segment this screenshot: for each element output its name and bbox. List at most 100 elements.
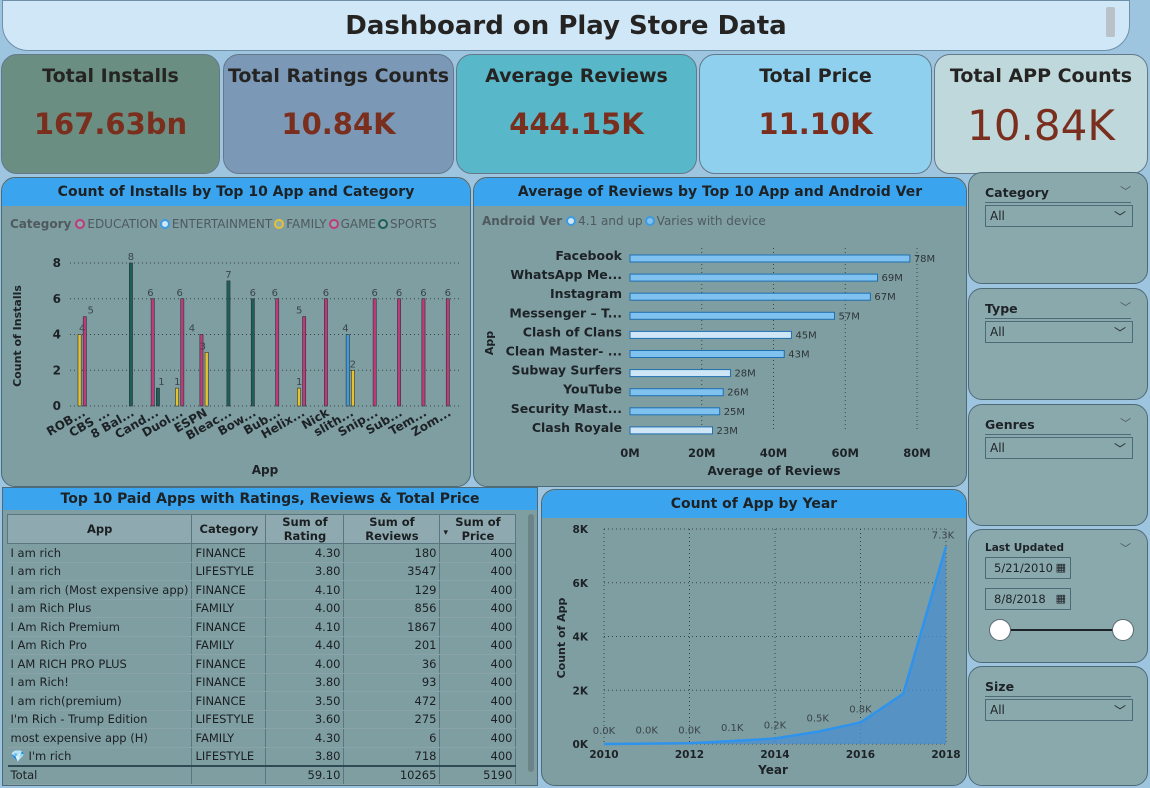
- reviews-chart-panel[interactable]: Average of Reviews by Top 10 App and And…: [473, 177, 967, 487]
- sort-desc-icon[interactable]: ▾: [443, 529, 448, 538]
- y-tick-label: Facebook: [555, 248, 622, 263]
- table-cell: FINANCE: [191, 691, 267, 711]
- year-chart-panel[interactable]: Count of App by Year 0K 2K 4K 6K 8K 2010 2012 2…: [541, 489, 967, 786]
- genres-slicer[interactable]: Genres ﹀ All ﹀: [968, 404, 1148, 526]
- data-label: 0.0K: [678, 725, 701, 736]
- data-label: 0.8K: [849, 704, 872, 715]
- y-tick-label: 4: [53, 328, 61, 342]
- genres-dropdown[interactable]: All ﹀: [985, 437, 1133, 459]
- size-slicer[interactable]: Size All ﹀: [968, 666, 1148, 786]
- y-tick-label: Messenger – T...: [509, 305, 622, 320]
- data-label: 5: [88, 306, 94, 317]
- category-slicer[interactable]: Category ﹀ All ﹀: [968, 172, 1148, 284]
- calendar-icon[interactable]: ▦: [1056, 561, 1066, 574]
- table-cell: 3.80: [265, 747, 345, 766]
- table-row[interactable]: I am Rich Plus FAMILY 4.00 856 400: [7, 599, 517, 618]
- table-row[interactable]: I Am Rich Pro FAMILY 4.40 201 400: [7, 636, 517, 655]
- data-label: 2: [350, 359, 356, 370]
- table-cell: I AM RICH PRO PLUS: [7, 654, 193, 674]
- data-label: 5: [296, 306, 302, 317]
- table-total-row[interactable]: Total 59.10 10265 5190: [7, 764, 517, 785]
- data-label: 6: [323, 288, 329, 299]
- table-cell: LIFESTYLE: [191, 747, 267, 766]
- installs-chart-panel[interactable]: Count of Installs by Top 10 App and Cate…: [1, 177, 471, 487]
- table-cell: FINANCE: [191, 654, 267, 674]
- bar-game: [180, 298, 185, 407]
- data-label: 8: [128, 252, 134, 263]
- category-dropdown[interactable]: All ﹀: [985, 205, 1133, 227]
- table-cell: FAMILY: [191, 599, 267, 618]
- column-header-reviews[interactable]: Sum of Reviews: [343, 514, 441, 544]
- x-tick-label: 0M: [620, 446, 639, 460]
- table-cell: FINANCE: [191, 673, 267, 692]
- bar-game: [397, 298, 401, 407]
- type-slicer[interactable]: Type ﹀ All ﹀: [968, 288, 1148, 400]
- paid-apps-table-panel[interactable]: Top 10 Paid Apps with Ratings, Reviews &…: [2, 487, 538, 786]
- date-range-end-handle[interactable]: [1112, 619, 1134, 641]
- table-scrollbar[interactable]: [528, 514, 534, 772]
- data-label: 0.5K: [807, 714, 830, 725]
- table-row[interactable]: I am rich(premium) FINANCE 3.50 472 400: [7, 691, 517, 711]
- table-cell: I am Rich Plus: [7, 599, 193, 618]
- bar-family: [204, 352, 209, 407]
- x-tick-label: 80M: [903, 446, 930, 460]
- table-cell: FAMILY: [191, 636, 267, 655]
- kpi-label: Average Reviews: [485, 65, 668, 87]
- chevron-down-icon: ﹀: [1113, 210, 1126, 224]
- kpi-card-total-app-counts: Total APP Counts 10.84K: [934, 54, 1148, 174]
- table-cell: I Am Rich Premium: [7, 617, 193, 637]
- y-tick-label: WhatsApp Me...: [510, 267, 622, 282]
- table-cell: 472: [343, 691, 441, 711]
- date-from-input[interactable]: 5/21/2010 ▦: [985, 557, 1071, 579]
- bar: [629, 350, 785, 358]
- column-header-category[interactable]: Category: [191, 514, 267, 544]
- bar-game: [421, 298, 426, 407]
- data-label: 0.1K: [721, 723, 744, 734]
- bar-sports: [129, 262, 133, 407]
- bar-sports: [156, 387, 160, 407]
- table-cell: FINANCE: [191, 543, 267, 563]
- dashboard-title-bar: Dashboard on Play Store Data: [2, 0, 1130, 51]
- x-axis-title: App: [252, 463, 279, 477]
- chevron-down-icon[interactable]: ﹀: [1120, 540, 1131, 556]
- chevron-down-icon[interactable]: ﹀: [1120, 299, 1131, 315]
- date-range-start-handle[interactable]: [989, 619, 1011, 641]
- table-cell: 400: [439, 580, 517, 600]
- table-cell: 10265: [343, 764, 441, 785]
- x-axis-title: Average of Reviews: [707, 464, 840, 478]
- size-dropdown[interactable]: All ﹀: [985, 699, 1133, 721]
- table-row[interactable]: most expensive app (H) FAMILY 4.30 6 400: [7, 728, 517, 748]
- bar: [629, 273, 879, 282]
- y-tick-label: 4K: [573, 632, 589, 644]
- last-updated-slicer[interactable]: Last Updated ﹀ 5/21/2010 ▦ 8/8/2018 ▦: [968, 529, 1148, 663]
- table-row[interactable]: I am Rich! FINANCE 3.80 93 400: [7, 673, 517, 692]
- data-label: 67M: [874, 292, 895, 303]
- title-scroll-handle[interactable]: [1106, 7, 1115, 37]
- table-cell: 129: [343, 580, 441, 600]
- calendar-icon[interactable]: ▦: [1056, 592, 1066, 605]
- table-row[interactable]: I am rich FINANCE 4.30 180 400: [7, 543, 517, 563]
- x-tick-label: 60M: [832, 446, 859, 460]
- y-tick-label: Instagram: [550, 286, 622, 301]
- data-label: 1: [296, 377, 302, 388]
- data-label: 78M: [914, 254, 935, 265]
- table-row[interactable]: I am rich LIFESTYLE 3.80 3547 400: [7, 562, 517, 581]
- table-cell: I am rich: [7, 543, 193, 563]
- table-cell: 4.10: [265, 617, 345, 637]
- bar: [629, 254, 911, 263]
- table-row[interactable]: I am rich (Most expensive app) FINANCE 4.1…: [7, 580, 517, 600]
- table-cell: 4.00: [265, 654, 345, 674]
- table-row[interactable]: I Am Rich Premium FINANCE 4.10 1867 400: [7, 617, 517, 637]
- column-header-app[interactable]: App: [6, 514, 193, 544]
- date-to-input[interactable]: 8/8/2018 ▦: [985, 588, 1071, 610]
- table-row[interactable]: I AM RICH PRO PLUS FINANCE 4.00 36 400: [7, 654, 517, 674]
- table-row[interactable]: 💎 I'm rich LIFESTYLE 3.80 718 400: [7, 747, 517, 766]
- chevron-down-icon[interactable]: ﹀: [1120, 183, 1131, 199]
- table-cell: I am rich(premium): [7, 691, 193, 711]
- column-header-rating[interactable]: Sum of Rating: [265, 514, 345, 544]
- column-header-price[interactable]: Sum of Price ▾: [439, 514, 517, 544]
- chevron-down-icon[interactable]: ﹀: [1120, 415, 1131, 431]
- table-row[interactable]: I'm Rich - Trump Edition LIFESTYLE 3.60 275…: [7, 710, 517, 729]
- type-dropdown[interactable]: All ﹀: [985, 321, 1133, 343]
- data-label: 43M: [788, 350, 809, 361]
